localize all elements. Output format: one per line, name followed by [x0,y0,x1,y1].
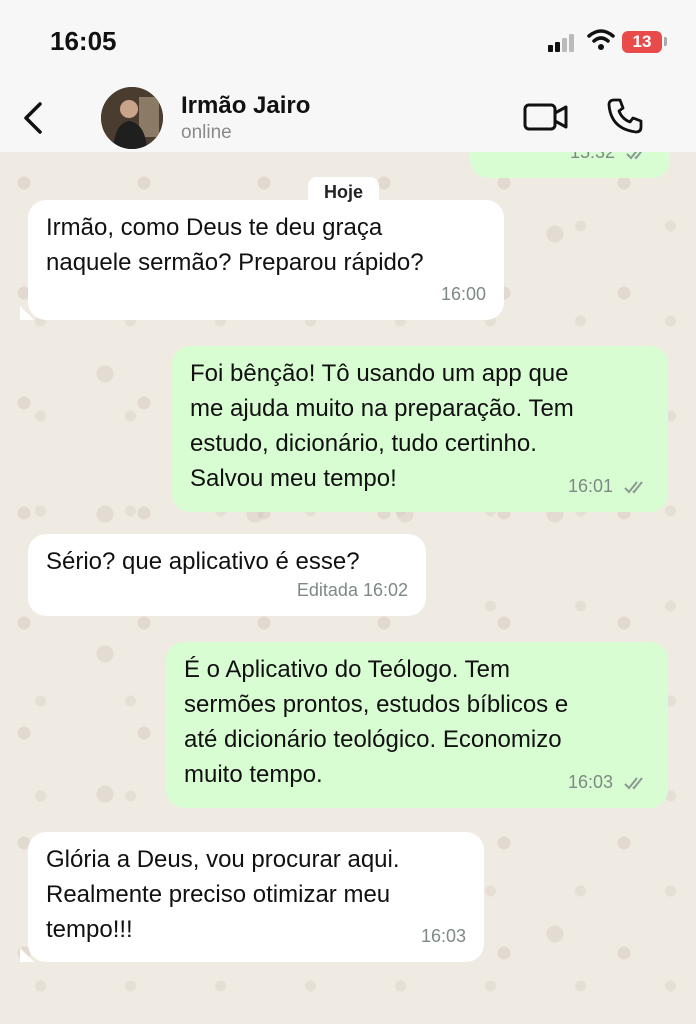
date-separator: Hoje [308,177,380,207]
battery-tip [664,37,667,46]
message-text: Foi bênção! Tô usando um app que [190,360,569,387]
message-text: Realmente preciso otimizar meu [46,881,391,908]
contact-name[interactable]: Irmão Jairo [181,92,310,120]
message-incoming[interactable]: Glória a Deus, vou procurar aqui. Realme… [28,832,484,962]
message-incoming[interactable]: Irmão, como Deus te deu graça naquele se… [28,200,504,320]
contact-status: online [181,122,232,143]
message-text: até dicionário teológico. Economizo [184,726,562,753]
phone-icon[interactable] [606,97,644,135]
message-time: Editada 16:02 [296,580,408,600]
read-ticks-icon [624,777,643,790]
message-time: 16:03 [420,926,466,946]
message-outgoing[interactable]: É o Aplicativo do Teólogo. Tem sermões p… [166,642,668,808]
message-text: sermões prontos, estudos bíblicos e [184,691,569,718]
message-text: me ajuda muito na preparação. Tem [190,395,574,422]
message-text: Glória a Deus, vou procurar aqui. [46,846,400,873]
wifi-icon [587,29,615,50]
chat-header: 16:05 13 Irmão Jairo online [0,0,696,152]
message-time: 16:03 [568,765,650,800]
status-time: 16:05 [50,26,117,56]
message-time: 16:01 [568,469,650,504]
message-text: Irmão, como Deus te deu graça [46,214,383,241]
read-ticks-icon [624,481,643,494]
message-text: estudo, dicionário, tudo certinho. [190,430,537,457]
signal-icon [548,32,582,52]
avatar[interactable] [101,87,163,149]
battery-indicator: 13 [622,31,662,53]
chevron-left-icon[interactable] [18,98,52,138]
message-text: É o Aplicativo do Teólogo. Tem [184,656,510,683]
video-camera-icon[interactable] [523,101,569,133]
message-text: tempo!!! [46,916,133,943]
message-text: naquele sermão? Preparou rápido? [46,249,424,276]
message-incoming[interactable]: Sério? que aplicativo é esse? Editada 16… [28,534,426,616]
message-outgoing[interactable]: Foi bênção! Tô usando um app que me ajud… [172,346,668,512]
message-time: 16:00 [440,284,486,304]
person-silhouette-icon [101,87,163,149]
